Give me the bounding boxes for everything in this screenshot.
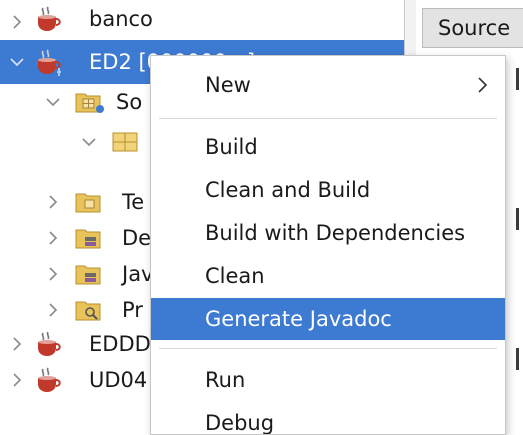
- menu-item-label: Clean and Build: [205, 178, 371, 202]
- expand-arrow-icon[interactable]: [44, 193, 62, 211]
- coffee-cup-project-icon: [34, 365, 64, 395]
- menu-item-build-with-dependencies[interactable]: Build with Dependencies: [151, 212, 505, 254]
- tree-row-label: UD04: [89, 368, 148, 392]
- collapse-arrow-icon[interactable]: [8, 53, 26, 71]
- collapse-arrow-icon[interactable]: [80, 133, 98, 151]
- project-context-menu: New Build Clean and Build Build with Dep…: [150, 55, 506, 435]
- expand-arrow-icon[interactable]: [8, 13, 26, 31]
- editor-glyph: [516, 348, 519, 370]
- tree-row-label: Pr: [122, 298, 143, 322]
- editor-glyph: [516, 68, 519, 90]
- source-packages-folder-icon: [74, 87, 104, 117]
- menu-item-label: Debug: [205, 411, 275, 435]
- coffee-cup-project-icon: [34, 47, 64, 77]
- expand-arrow-icon[interactable]: [8, 371, 26, 389]
- expand-arrow-icon[interactable]: [44, 229, 62, 247]
- tree-row-label: De: [122, 226, 152, 250]
- menu-item-run[interactable]: Run: [151, 359, 505, 401]
- menu-item-debug[interactable]: Debug: [151, 402, 505, 435]
- expand-arrow-icon[interactable]: [44, 301, 62, 319]
- package-icon: [110, 127, 140, 157]
- editor-glyph: [516, 208, 519, 230]
- menu-separator: [159, 118, 497, 119]
- menu-item-generate-javadoc[interactable]: Generate Javadoc: [151, 298, 505, 340]
- menu-item-label: Build with Dependencies: [205, 221, 466, 245]
- menu-item-label: Run: [205, 368, 246, 392]
- tree-row-label: Jav: [122, 262, 154, 286]
- menu-item-label: Generate Javadoc: [205, 307, 392, 331]
- expand-arrow-icon[interactable]: [8, 335, 26, 353]
- test-packages-folder-icon: [74, 187, 104, 217]
- menu-item-new[interactable]: New: [151, 64, 505, 106]
- coffee-cup-project-icon: [34, 4, 64, 34]
- dependencies-folder-icon: [74, 223, 104, 253]
- project-files-folder-icon: [74, 295, 104, 325]
- menu-item-label: Clean: [205, 264, 265, 288]
- tab-source[interactable]: Source: [422, 8, 523, 48]
- coffee-cup-project-icon: [34, 329, 64, 359]
- tree-row-label: banco: [89, 7, 153, 31]
- menu-separator: [159, 348, 497, 349]
- tree-row-label: EDDD: [89, 332, 151, 356]
- submenu-arrow-icon: [475, 76, 491, 94]
- collapse-arrow-icon[interactable]: [44, 93, 62, 111]
- menu-item-label: Build: [205, 135, 258, 159]
- menu-item-label: New: [205, 73, 251, 97]
- expand-arrow-icon[interactable]: [44, 265, 62, 283]
- tree-row-banco[interactable]: banco: [0, 0, 404, 44]
- menu-item-clean-and-build[interactable]: Clean and Build: [151, 169, 505, 211]
- tree-row-label: So: [116, 90, 143, 114]
- tree-row-label: Te: [122, 190, 145, 214]
- menu-item-build[interactable]: Build: [151, 126, 505, 168]
- java-dependencies-folder-icon: [74, 259, 104, 289]
- menu-item-clean[interactable]: Clean: [151, 255, 505, 297]
